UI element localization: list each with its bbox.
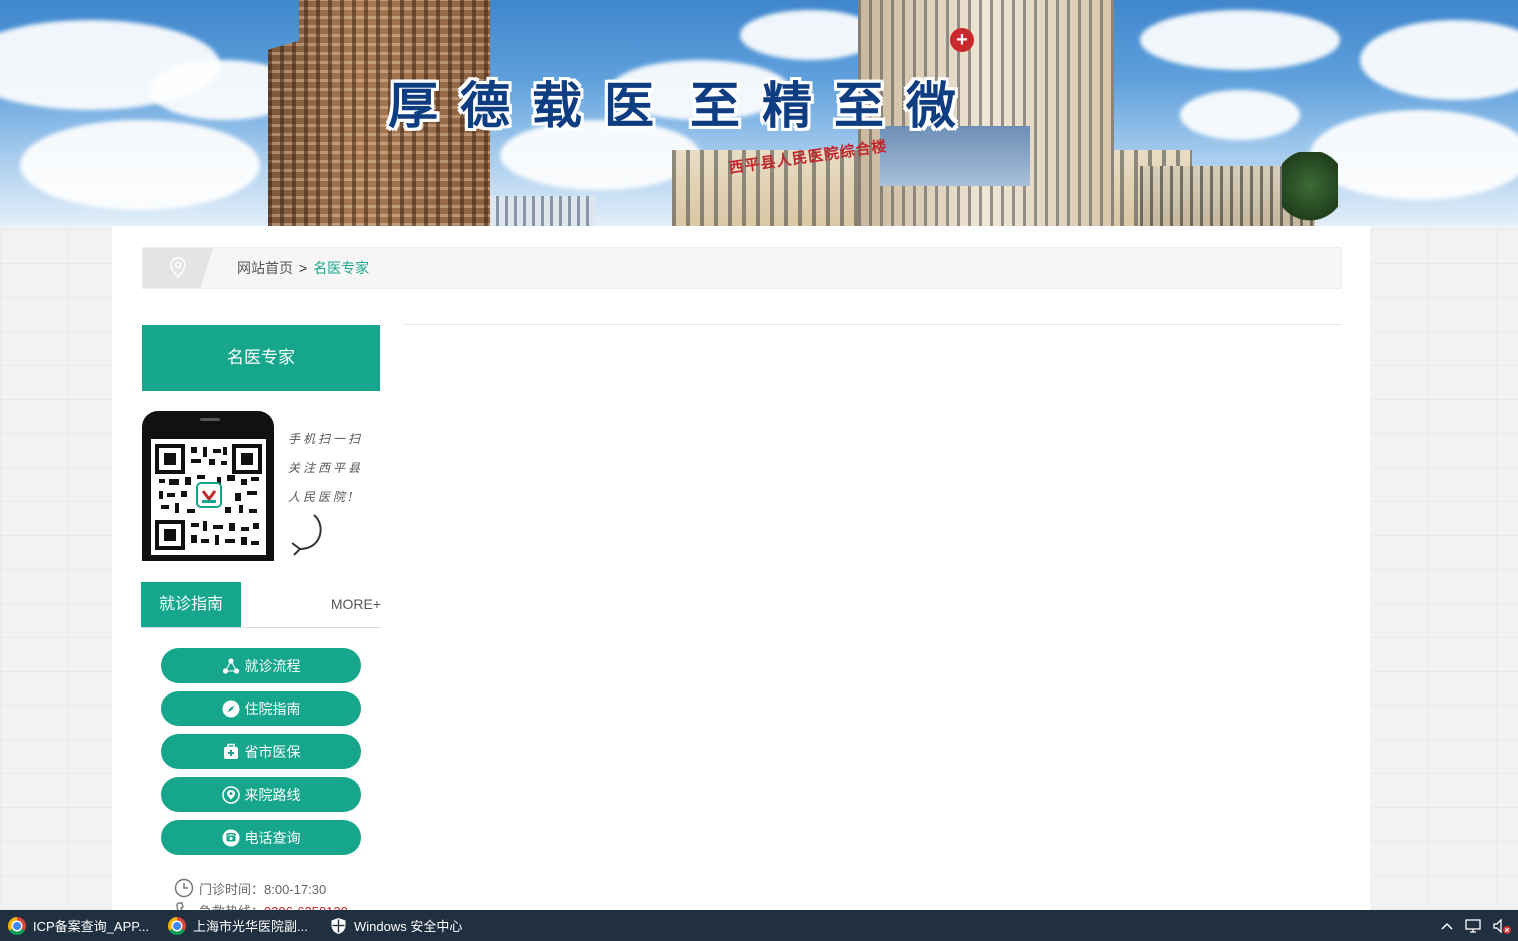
taskbar-item-label: Windows 安全中心 <box>354 919 463 934</box>
clock-icon <box>174 878 194 898</box>
process-icon <box>222 657 240 675</box>
guide-button-label: 来院路线 <box>244 786 301 803</box>
guide-button-label: 就诊流程 <box>244 657 301 674</box>
taskbar-item-label: ICP备案查询_APP... <box>33 919 150 934</box>
qr-caption-line-2: 关注西平县 <box>288 461 364 475</box>
guide-button-label: 省市医保 <box>244 743 301 760</box>
chrome-icon <box>168 916 186 935</box>
medkit-icon <box>222 743 240 761</box>
breadcrumb-home-link[interactable]: 网站首页 <box>237 260 293 276</box>
guide-button-insurance[interactable]: 省市医保 <box>161 734 361 769</box>
network-icon[interactable] <box>1464 918 1482 934</box>
slogan-part2: 至精至微 <box>690 77 978 135</box>
phone-icon <box>222 829 240 847</box>
taskbar-item-icp[interactable]: ICP备案查询_APP... <box>8 910 149 941</box>
breadcrumb: 网站首页 > 名医专家 <box>142 247 1342 289</box>
curved-arrow-icon <box>291 514 322 556</box>
content-divider <box>404 324 1341 325</box>
qr-caption-line-1: 手机扫一扫 <box>288 432 364 446</box>
clinic-hours: 门诊时间：8:00-17:30 <box>174 878 326 898</box>
os-taskbar: ICP备案查询_APP... 上海市光华医院副... Windows 安全中心 <box>0 910 1518 941</box>
main-container: 网站首页 > 名医专家 名医专家 手机扫一扫 关注西平县 人民医院! 就诊指南 … <box>112 226 1370 919</box>
guide-header: 就诊指南 MORE+ <box>141 582 381 628</box>
clinic-hours-value: 8:00-17:30 <box>264 881 327 897</box>
location-pin-box <box>143 248 213 288</box>
qr-caption-line-3: 人民医院! <box>288 490 356 504</box>
guide-button-inpatient[interactable]: 住院指南 <box>161 691 361 726</box>
breadcrumb-separator: > <box>299 260 308 276</box>
qr-code-icon <box>155 444 262 550</box>
clinic-hours-label: 门诊时间： <box>199 881 265 897</box>
taskbar-item-label: 上海市光华医院副... <box>193 919 308 934</box>
shield-icon <box>331 917 346 934</box>
compass-icon <box>222 700 240 718</box>
guide-button-route[interactable]: 来院路线 <box>161 777 361 812</box>
guide-button-phone[interactable]: 电话查询 <box>161 820 361 855</box>
guide-button-process[interactable]: 就诊流程 <box>161 648 361 683</box>
guide-button-label: 电话查询 <box>244 829 301 846</box>
map-icon <box>221 785 240 804</box>
slogan-part1: 厚德载医 <box>388 77 676 135</box>
taskbar-item-security[interactable]: Windows 安全中心 <box>330 910 462 941</box>
header-banner: + 西平县人民医院综合楼 厚德载医 至精至微 <box>0 0 1518 226</box>
volume-muted-icon[interactable] <box>1492 917 1512 935</box>
banner-slogan: 厚德载医 至精至微 <box>388 66 978 136</box>
qr-promo: 手机扫一扫 关注西平县 人民医院! <box>142 411 382 561</box>
qr-code <box>151 439 266 555</box>
system-tray <box>1440 910 1518 941</box>
chevron-up-icon[interactable] <box>1440 921 1454 931</box>
breadcrumb-current-link[interactable]: 名医专家 <box>313 260 369 276</box>
sidebar-title[interactable]: 名医专家 <box>142 325 380 391</box>
guide-more-link[interactable]: MORE+ <box>331 582 381 627</box>
taskbar-item-hospital[interactable]: 上海市光华医院副... <box>168 910 308 941</box>
qr-caption: 手机扫一扫 关注西平县 人民医院! <box>288 425 384 512</box>
guide-tab[interactable]: 就诊指南 <box>141 582 241 627</box>
location-pin-icon <box>170 257 186 279</box>
phone-frame <box>142 411 274 561</box>
guide-button-label: 住院指南 <box>244 700 301 717</box>
red-cross-icon: + <box>950 28 974 52</box>
chrome-icon <box>8 916 26 935</box>
